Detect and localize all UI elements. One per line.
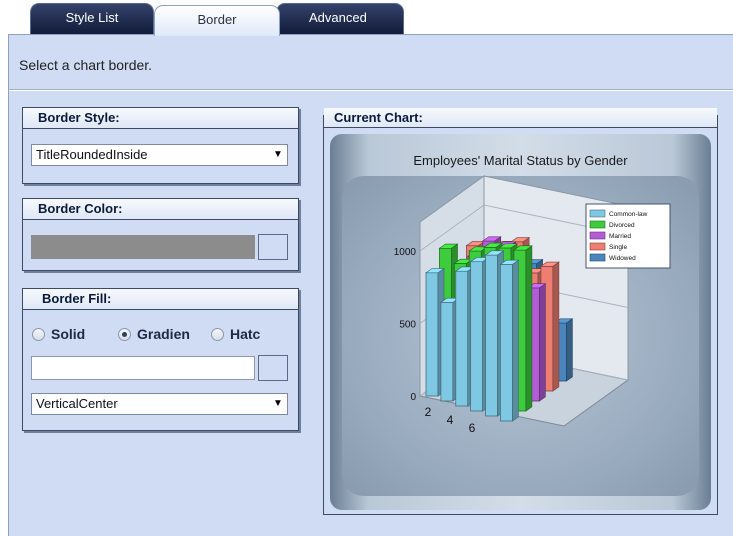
- chart-legend-swatch: [589, 242, 606, 251]
- chart-legend-swatch: [589, 220, 606, 229]
- chart-x-tick-label: 4: [447, 413, 454, 427]
- chart-bar: [425, 272, 439, 397]
- header-separator: [9, 89, 733, 91]
- border-style-heading: Border Style:: [23, 108, 298, 129]
- chart-bar: [440, 301, 454, 402]
- current-chart-heading: Current Chart:: [324, 108, 717, 128]
- chart-legend-label: Widowed: [609, 255, 636, 262]
- radio-solid[interactable]: Solid: [32, 326, 85, 342]
- tab-advanced[interactable]: Advanced: [276, 3, 404, 35]
- chevron-down-icon[interactable]: ▼: [269, 394, 287, 414]
- border-style-select[interactable]: TitleRoundedInside ▼: [31, 144, 288, 166]
- border-fill-group: Border Fill: Solid Gradien Hatc Vertical…: [22, 288, 299, 431]
- instruction-text: Select a chart border.: [19, 57, 153, 73]
- chart-bar: [455, 270, 469, 407]
- tab-border[interactable]: Border: [154, 5, 280, 36]
- chart-bar-side: [512, 259, 519, 422]
- chart-legend-swatch: [589, 209, 606, 218]
- chart-bar-side: [552, 261, 560, 392]
- tab-style-list[interactable]: Style List: [30, 3, 154, 35]
- chart-legend-label: Divorced: [609, 222, 635, 229]
- border-color-picker-button[interactable]: [258, 234, 288, 260]
- border-color-heading: Border Color:: [23, 199, 298, 220]
- chart-bar: [470, 261, 484, 412]
- chart-bar: [499, 263, 513, 422]
- border-fill-heading: Border Fill:: [23, 289, 298, 310]
- fill-color-swatch: [31, 356, 255, 380]
- gradient-style-value: VerticalCenter: [36, 396, 118, 411]
- chevron-down-icon[interactable]: ▼: [269, 145, 287, 165]
- radio-hatch-circle[interactable]: [211, 328, 224, 341]
- chart-bar-side: [566, 318, 573, 382]
- chart-legend-swatch: [589, 231, 606, 240]
- chart-legend-label: Single: [609, 244, 627, 251]
- border-style-group: Border Style: TitleRoundedInside ▼: [22, 107, 299, 184]
- radio-hatch-label: Hatc: [230, 326, 261, 342]
- chart-svg: 0 500 1000 2 4 6 Common-law Divorced Married Sing…: [394, 175, 671, 435]
- radio-gradient-label: Gradien: [137, 326, 190, 342]
- chart-x-tick-label: 6: [469, 421, 476, 435]
- chart-legend-label: Common-law: [609, 211, 648, 218]
- chart-preview-frame: Employees' Marital Status by Gender 0 500…: [330, 134, 711, 510]
- border-color-swatch: [31, 235, 255, 259]
- gradient-style-select[interactable]: VerticalCenter ▼: [31, 393, 288, 415]
- border-color-group: Border Color:: [22, 198, 299, 271]
- chart-y-tick-label: 500: [399, 320, 416, 331]
- radio-solid-label: Solid: [51, 326, 86, 342]
- tab-strip: Style List Border Advanced: [0, 0, 733, 36]
- radio-gradient-circle[interactable]: [118, 328, 131, 341]
- chart-bar-side: [525, 245, 533, 412]
- chart-bar-side: [539, 283, 546, 402]
- chart-bar: [485, 254, 498, 417]
- fill-color-picker-button[interactable]: [258, 355, 288, 381]
- radio-hatch[interactable]: Hatc: [211, 326, 260, 342]
- chart-y-tick-label: 0: [410, 392, 416, 403]
- current-chart-group: Current Chart: Employees' Marital Status…: [323, 108, 718, 515]
- chart-legend-swatch: [589, 253, 606, 262]
- chart-y-tick-label: 1000: [394, 247, 417, 258]
- border-style-value: TitleRoundedInside: [36, 147, 148, 162]
- chart-x-tick-label: 2: [425, 405, 432, 419]
- chart-legend-label: Married: [609, 233, 631, 240]
- radio-gradient[interactable]: Gradien: [118, 326, 190, 342]
- radio-solid-circle[interactable]: [32, 328, 45, 341]
